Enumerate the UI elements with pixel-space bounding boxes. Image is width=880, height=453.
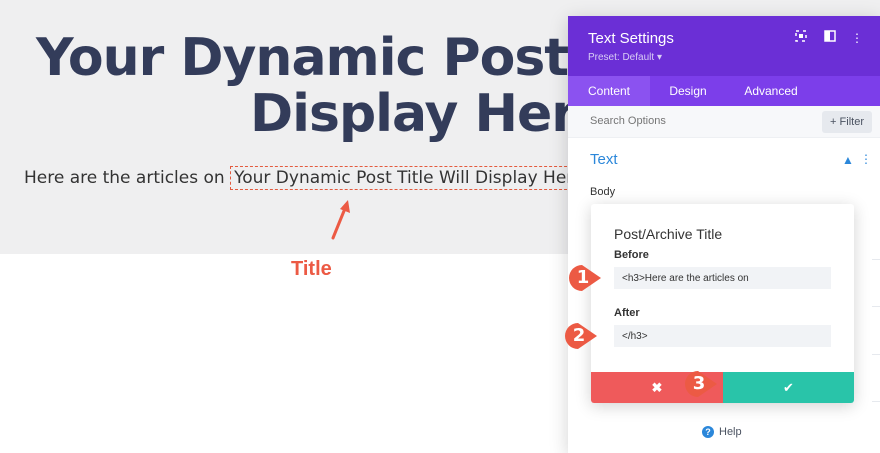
search-options-input[interactable] bbox=[590, 115, 790, 127]
tab-advanced[interactable]: Advanced bbox=[726, 76, 816, 106]
post-title-settings-popup: Post/Archive Title Before After ✖ ✔ bbox=[591, 204, 854, 403]
filter-button[interactable]: + Filter bbox=[822, 111, 872, 133]
help-icon: ? bbox=[702, 426, 714, 438]
dynamic-title-placeholder[interactable]: Your Dynamic Post Title Will Display Her… bbox=[230, 166, 588, 190]
filter-label: Filter bbox=[839, 116, 864, 128]
tab-content[interactable]: Content bbox=[568, 76, 650, 106]
row-divider bbox=[872, 354, 880, 355]
section-title-text[interactable]: Text bbox=[590, 151, 618, 168]
close-icon: ✖ bbox=[651, 380, 663, 395]
expand-icon[interactable] bbox=[793, 30, 809, 46]
after-label: After bbox=[614, 307, 640, 319]
section-options-icon[interactable]: ⋮ bbox=[860, 152, 872, 166]
step-marker-1: 1 bbox=[567, 263, 601, 293]
more-options-icon[interactable]: ⋮ bbox=[849, 30, 865, 46]
intro-text: Here are the articles on Your Dynamic Po… bbox=[24, 166, 588, 190]
caret-down-icon: ▾ bbox=[656, 52, 662, 63]
page-heading-line2: Display Here bbox=[250, 84, 611, 144]
step-number: 3 bbox=[692, 373, 706, 394]
preset-label: Preset: Default bbox=[588, 52, 655, 63]
preset-selector[interactable]: Preset: Default ▾ bbox=[588, 52, 662, 63]
split-view-icon[interactable] bbox=[822, 30, 838, 46]
panel-title: Text Settings bbox=[588, 30, 674, 47]
page-heading: Your Dynamic Post T Display Here bbox=[0, 30, 640, 142]
confirm-button[interactable]: ✔ bbox=[723, 372, 854, 403]
help-link[interactable]: ? Help bbox=[702, 426, 742, 438]
panel-header: Text Settings Preset: Default ▾ ⋮ bbox=[568, 16, 880, 76]
tab-design[interactable]: Design bbox=[650, 76, 726, 106]
panel-tabs: Content Design Advanced bbox=[568, 76, 880, 106]
page-heading-line1: Your Dynamic Post T bbox=[36, 28, 621, 88]
body-field-label: Body bbox=[590, 186, 616, 198]
before-label: Before bbox=[614, 249, 649, 261]
row-divider bbox=[872, 401, 880, 402]
help-label: Help bbox=[719, 426, 742, 438]
step-marker-3: 3 bbox=[683, 369, 717, 399]
row-divider bbox=[872, 306, 880, 307]
annotation-title-label: Title bbox=[291, 258, 332, 280]
check-icon: ✔ bbox=[783, 380, 794, 395]
intro-prefix: Here are the articles on bbox=[24, 168, 225, 188]
annotation-arrow-icon bbox=[331, 200, 350, 240]
step-marker-2: 2 bbox=[563, 321, 597, 351]
step-number: 2 bbox=[572, 325, 586, 346]
row-divider bbox=[872, 259, 880, 260]
popup-title: Post/Archive Title bbox=[614, 226, 723, 242]
after-input[interactable] bbox=[614, 325, 831, 347]
search-row: + Filter bbox=[568, 106, 880, 138]
step-number: 1 bbox=[576, 267, 590, 288]
plus-icon: + bbox=[830, 116, 837, 128]
before-input[interactable] bbox=[614, 267, 831, 289]
chevron-up-icon[interactable]: ▲ bbox=[842, 153, 854, 167]
